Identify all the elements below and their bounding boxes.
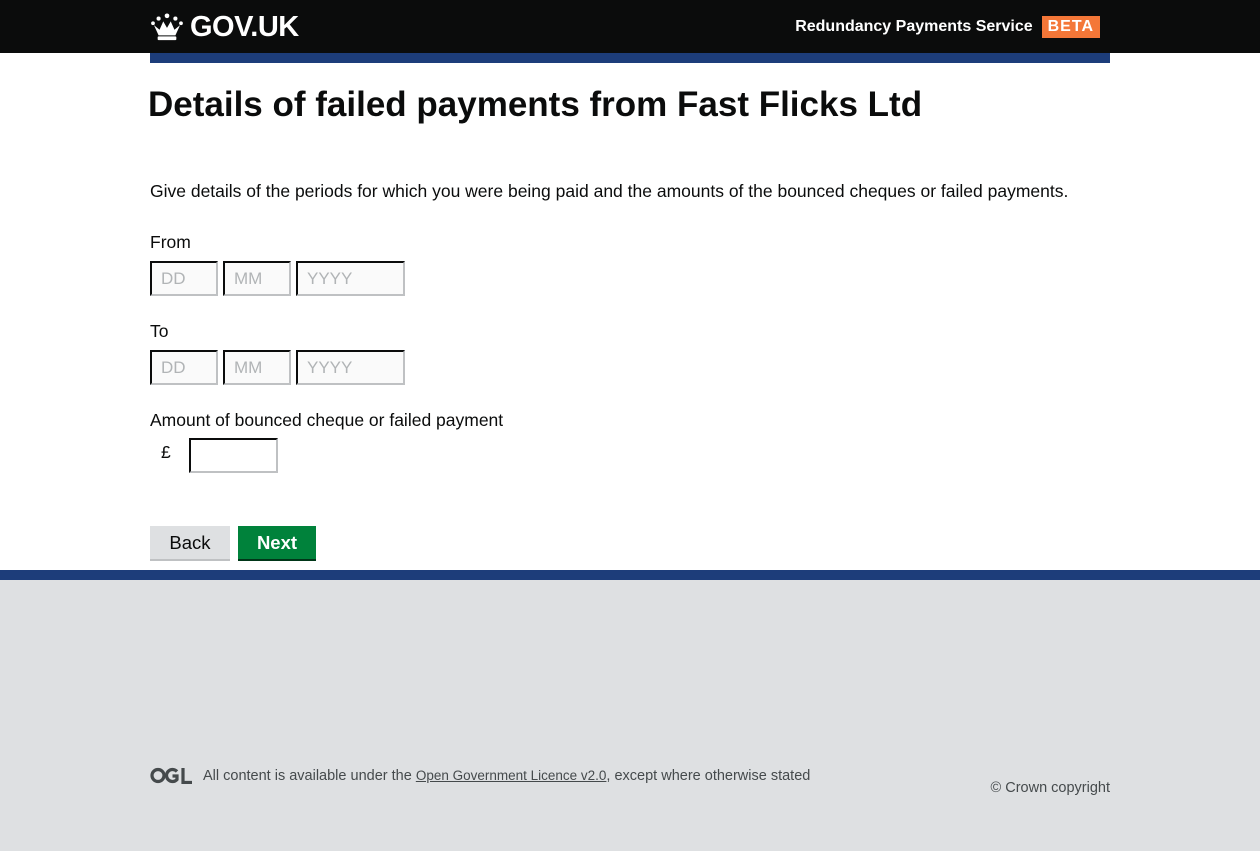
header-brand-bar xyxy=(150,53,1110,63)
to-day-input[interactable] xyxy=(150,350,218,385)
from-month-input[interactable] xyxy=(223,261,291,296)
service-info: Redundancy Payments Service BETA xyxy=(795,16,1100,38)
govuk-logo-link[interactable]: GOV.UK xyxy=(150,10,299,44)
service-name-link[interactable]: Redundancy Payments Service xyxy=(795,18,1032,36)
crown-icon xyxy=(151,13,183,41)
amount-input[interactable] xyxy=(189,438,278,473)
intro-text: Give details of the periods for which yo… xyxy=(150,181,1069,201)
footer-container: All content is available under the Open … xyxy=(150,580,1110,851)
header-bar-wrapper xyxy=(0,53,1260,63)
form-actions: Back Next xyxy=(150,526,1110,559)
from-year-input[interactable] xyxy=(296,261,405,296)
licence-suffix: , except where otherwise stated xyxy=(606,767,811,784)
currency-symbol: £ xyxy=(161,442,171,462)
header-container: GOV.UK Redundancy Payments Service BETA xyxy=(150,0,1110,53)
from-date-group xyxy=(150,261,1110,296)
ogl-logo-icon xyxy=(150,767,192,784)
main-content: Details of failed payments from Fast Fli… xyxy=(0,63,1260,570)
from-day-input[interactable] xyxy=(150,261,218,296)
main-container: Details of failed payments from Fast Fli… xyxy=(148,63,1110,559)
licence-link[interactable]: Open Government Licence v2.0 xyxy=(416,768,607,783)
to-year-input[interactable] xyxy=(296,350,405,385)
amount-group: £ xyxy=(150,438,1110,473)
next-button[interactable]: Next xyxy=(238,526,316,559)
to-month-input[interactable] xyxy=(223,350,291,385)
crown-copyright-link[interactable]: © Crown copyright xyxy=(991,780,1110,796)
logo-text: GOV.UK xyxy=(190,10,299,43)
to-label: To xyxy=(150,321,169,341)
licence-info: All content is available under the Open … xyxy=(150,767,810,784)
phase-tag: BETA xyxy=(1041,16,1100,38)
back-button[interactable]: Back xyxy=(150,526,230,559)
footer-brand-bar xyxy=(0,570,1260,580)
to-date-group xyxy=(150,350,1110,385)
from-label: From xyxy=(150,232,191,252)
site-header: GOV.UK Redundancy Payments Service BETA xyxy=(0,0,1260,53)
page-title: Details of failed payments from Fast Fli… xyxy=(148,85,923,124)
amount-label: Amount of bounced cheque or failed payme… xyxy=(150,410,504,430)
site-footer: All content is available under the Open … xyxy=(0,580,1260,851)
licence-prefix: All content is available under the xyxy=(203,767,416,784)
